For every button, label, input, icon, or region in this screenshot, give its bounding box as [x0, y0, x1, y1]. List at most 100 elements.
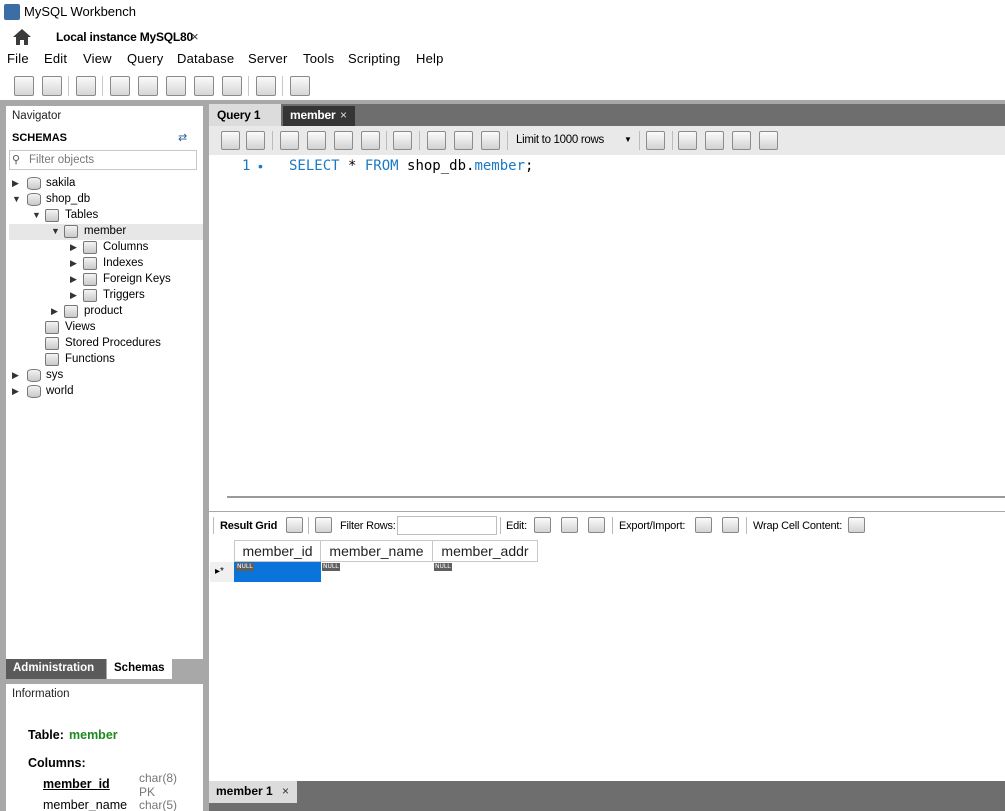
execute-icon[interactable]	[280, 131, 299, 150]
export-import-label: Export/Import:	[619, 520, 686, 532]
menu-view[interactable]: View	[83, 51, 112, 66]
create-procedure-icon[interactable]	[194, 76, 214, 96]
sql-statement[interactable]: SELECT * FROM shop_db.member;	[289, 158, 533, 174]
new-sql-tab-icon[interactable]	[14, 76, 34, 96]
menu-tools[interactable]: Tools	[303, 51, 334, 66]
wrap-text-icon[interactable]	[848, 517, 865, 533]
toggle-error-icon[interactable]	[393, 131, 412, 150]
expand-arrow-icon[interactable]: ▶	[12, 386, 19, 397]
grid-column-header[interactable]: member_id	[234, 540, 321, 562]
result-grid	[209, 540, 1005, 781]
find-icon[interactable]	[705, 131, 724, 150]
views-folder-icon	[45, 321, 59, 334]
export-icon[interactable]	[695, 517, 712, 533]
expand-arrow-icon[interactable]: ▶	[70, 258, 77, 269]
open-sql-script-icon[interactable]	[42, 76, 62, 96]
menu-scripting[interactable]: Scripting	[348, 51, 400, 66]
indexes-folder-icon	[83, 257, 97, 270]
refresh-icon[interactable]	[315, 517, 332, 533]
create-table-icon[interactable]	[138, 76, 158, 96]
table-icon	[64, 225, 78, 238]
chevron-down-icon: ▼	[624, 135, 632, 144]
create-view-icon[interactable]	[166, 76, 186, 96]
sql-editor[interactable]	[209, 155, 1005, 491]
splitter-area	[209, 491, 1005, 511]
grid-view-icon[interactable]	[286, 517, 303, 533]
toolbar-separator	[500, 517, 501, 534]
execute-current-icon[interactable]	[307, 131, 326, 150]
rollback-icon[interactable]	[454, 131, 473, 150]
open-file-icon[interactable]	[221, 131, 240, 150]
reconnect-icon[interactable]	[290, 76, 310, 96]
connection-tab[interactable]: Local instance MySQL80	[56, 30, 193, 44]
database-icon	[27, 177, 41, 190]
menu-server[interactable]: Server	[248, 51, 288, 66]
close-icon[interactable]: ×	[191, 29, 199, 44]
expand-arrow-icon[interactable]: ▶	[70, 242, 77, 253]
collapse-arrow-icon[interactable]: ▼	[12, 194, 21, 204]
sql-keyword: SELECT	[289, 158, 340, 174]
sql-table: member	[474, 158, 526, 174]
expand-arrow-icon[interactable]: ▶	[70, 290, 77, 301]
menu-query[interactable]: Query	[127, 51, 163, 66]
toolbar-separator	[612, 517, 613, 534]
null-badge: NULL	[236, 563, 254, 571]
sql-text: *	[339, 158, 365, 174]
import-icon[interactable]	[722, 517, 739, 533]
expand-arrow-icon[interactable]: ▶	[12, 370, 19, 381]
column-key: PK	[139, 785, 156, 799]
close-icon[interactable]: ×	[282, 784, 289, 798]
collapse-arrow-icon[interactable]: ▼	[32, 210, 41, 220]
toolbar-separator	[639, 131, 640, 150]
commit-icon[interactable]	[427, 131, 446, 150]
beautify-icon[interactable]	[678, 131, 697, 150]
add-snippet-icon[interactable]	[646, 131, 665, 150]
word-wrap-icon[interactable]	[759, 131, 778, 150]
close-icon[interactable]: ×	[340, 108, 347, 122]
menu-help[interactable]: Help	[416, 51, 444, 66]
tree-label: Views	[65, 321, 96, 333]
create-schema-icon[interactable]	[110, 76, 130, 96]
tab-query-1[interactable]: Query 1	[209, 104, 281, 126]
explain-icon[interactable]	[334, 131, 353, 150]
column-name: member_name	[43, 798, 128, 811]
inspector-icon[interactable]	[76, 76, 96, 96]
toolbar-separator	[386, 131, 387, 150]
tab-schemas[interactable]: Schemas	[107, 659, 172, 679]
result-grid-label[interactable]: Result Grid	[220, 520, 277, 532]
delete-row-icon[interactable]	[588, 517, 605, 533]
grid-column-header[interactable]: member_name	[320, 540, 433, 562]
autocommit-icon[interactable]	[481, 131, 500, 150]
wrap-cell-label: Wrap Cell Content:	[753, 520, 843, 532]
functions-folder-icon	[45, 353, 59, 366]
expand-arrow-icon[interactable]: ▶	[51, 306, 58, 317]
column-type: char(8)	[139, 771, 178, 785]
toolbar-separator	[419, 131, 420, 150]
create-function-icon[interactable]	[222, 76, 242, 96]
expand-arrow-icon[interactable]: ▶	[12, 178, 19, 189]
toolbar-separator	[672, 131, 673, 150]
tree-label: Foreign Keys	[103, 273, 171, 285]
tree-label: Triggers	[103, 289, 145, 301]
grid-column-header[interactable]: member_addr	[432, 540, 538, 562]
edit-row-icon[interactable]	[534, 517, 551, 533]
add-row-icon[interactable]	[561, 517, 578, 533]
invisible-chars-icon[interactable]	[732, 131, 751, 150]
menu-edit[interactable]: Edit	[44, 51, 67, 66]
search-table-data-icon[interactable]	[256, 76, 276, 96]
refresh-icon[interactable]: ⇄	[178, 131, 187, 144]
collapse-arrow-icon[interactable]: ▼	[51, 226, 60, 236]
save-icon[interactable]	[246, 131, 265, 150]
tree-label: Tables	[65, 209, 99, 221]
table-label: Table:	[28, 728, 64, 742]
filter-rows-input[interactable]	[397, 516, 497, 535]
menu-database[interactable]: Database	[177, 51, 234, 66]
expand-arrow-icon[interactable]: ▶	[70, 274, 77, 285]
stop-icon[interactable]	[361, 131, 380, 150]
columns-folder-icon	[83, 241, 97, 254]
menu-file[interactable]: File	[7, 51, 29, 66]
splitter-handle[interactable]	[227, 496, 1005, 498]
home-icon[interactable]	[12, 28, 32, 46]
tab-administration[interactable]: Administration	[6, 659, 106, 679]
column-name: member_id	[43, 777, 110, 791]
